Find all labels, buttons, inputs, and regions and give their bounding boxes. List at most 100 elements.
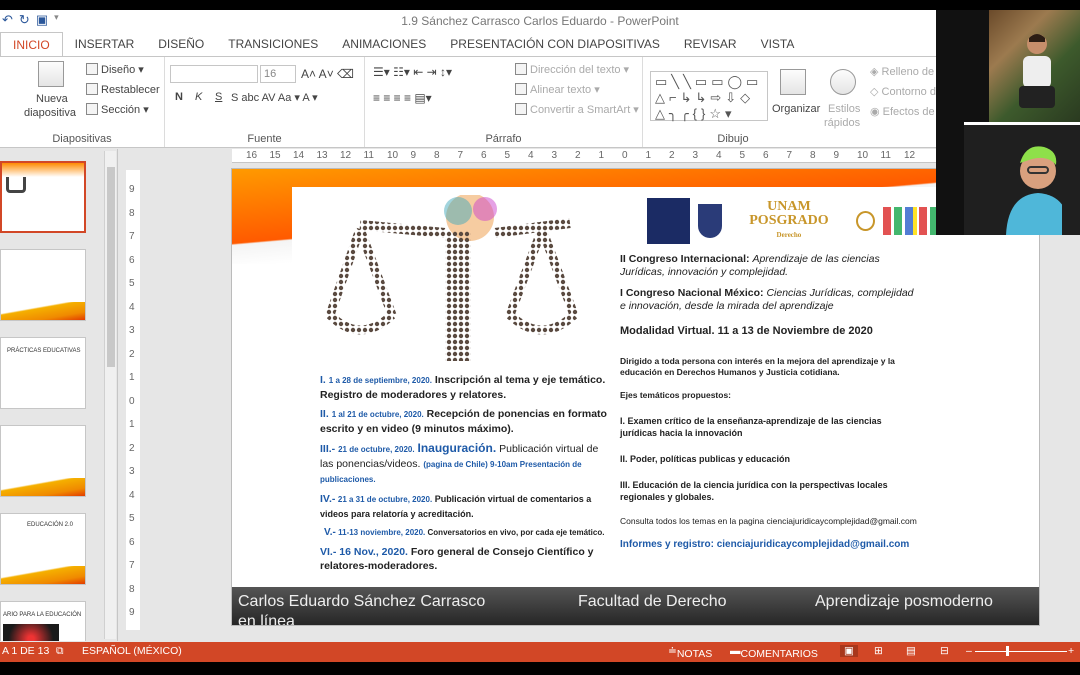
- font-grow-shrink[interactable]: A˄ A˅ ⌫: [301, 67, 354, 81]
- font-name-field[interactable]: [170, 65, 258, 83]
- ruler-tick-label: 2: [669, 150, 675, 161]
- new-slide-icon[interactable]: [38, 61, 64, 87]
- new-slide-label-2[interactable]: diapositiva: [24, 107, 76, 119]
- slide-canvas[interactable]: UNAM POSGRADO Derecho I. 1 a 28 de septie…: [231, 168, 1040, 626]
- schedule-item: I. 1 a 28 de septiembre, 2020. Inscripci…: [320, 374, 606, 401]
- tab-transiciones[interactable]: TRANSICIONES: [216, 32, 330, 56]
- tab-animaciones[interactable]: ANIMACIONES: [330, 32, 438, 56]
- language-indicator[interactable]: ESPAÑOL (MÉXICO): [82, 645, 182, 657]
- ruler-tick-label: 7: [786, 150, 793, 161]
- align-buttons[interactable]: ≡ ≡ ≡ ≡ ▤▾: [373, 91, 432, 105]
- italic-button[interactable]: K: [195, 91, 202, 103]
- font-format-buttons[interactable]: S abc AV Aa ▾ A ▾: [231, 91, 318, 104]
- list-buttons[interactable]: ☰▾ ☷▾ ⇤ ⇥ ↕▾: [373, 65, 452, 79]
- footer-author: Carlos Eduardo Sánchez Carrasco: [238, 593, 486, 610]
- slide-counter: A 1 DE 13: [2, 645, 50, 657]
- group-diapositivas: Nueva diapositiva Diseño ▾ Restablecer S…: [0, 57, 165, 147]
- slide-thumbnail[interactable]: [0, 161, 86, 233]
- new-slide-label-1[interactable]: Nueva: [36, 93, 68, 105]
- tab-revisar[interactable]: REVISAR: [672, 32, 749, 56]
- powerpoint-window: ↶ ↻ ▣ ▾ 1.9 Sánchez Carrasco Carlos Edua…: [0, 10, 1080, 662]
- ruler-tick-label: 9: [129, 607, 135, 618]
- ruler-tick-label: 12: [340, 150, 352, 161]
- slide-thumbnail[interactable]: ARIO PARA LA EDUCACIÓN: [0, 601, 86, 641]
- section-icon: [86, 103, 98, 115]
- bold-button[interactable]: N: [175, 91, 183, 103]
- spellcheck-icon[interactable]: ⧉: [56, 645, 64, 658]
- ruler-tick-label: 1: [129, 372, 135, 383]
- scrollbar-thumb[interactable]: [107, 167, 115, 367]
- audience-line: Dirigido a toda persona con interés en l…: [620, 356, 895, 377]
- tab-inicio[interactable]: INICIO: [0, 32, 63, 56]
- thumb-wave: [1, 566, 85, 584]
- ruler-tick-label: 8: [810, 150, 816, 161]
- ruler-tick-label: 7: [457, 150, 464, 161]
- thumb-title: EDUCACIÓN 2.0: [27, 522, 74, 528]
- ruler-tick-label: 8: [434, 150, 440, 161]
- slide-thumbnail[interactable]: [0, 249, 86, 321]
- arrange-icon[interactable]: [780, 69, 806, 95]
- register-line: Informes y registro: cienciajuridicaycom…: [620, 539, 910, 550]
- shape-effects-button[interactable]: ◉ Efectos de: [870, 105, 935, 118]
- slide-thumbnail[interactable]: PRÁCTICAS EDUCATIVAS: [0, 337, 86, 409]
- text-direction-button[interactable]: Dirección del texto ▾: [515, 63, 629, 76]
- ruler-tick-label: 10: [387, 150, 399, 161]
- tab-diseno[interactable]: DISEÑO: [146, 32, 216, 56]
- tab-insertar[interactable]: INSERTAR: [63, 32, 147, 56]
- section-button[interactable]: Sección ▾: [86, 103, 149, 116]
- quick-styles-icon[interactable]: [830, 69, 856, 95]
- thumb-title: ARIO PARA LA EDUCACIÓN: [3, 612, 82, 618]
- shield-logo: [697, 204, 723, 238]
- zoom-out-icon[interactable]: –: [966, 645, 972, 657]
- slide-thumbnail[interactable]: EDUCACIÓN 2.0: [0, 513, 86, 585]
- tab-vista[interactable]: VISTA: [749, 32, 807, 56]
- shapes-gallery[interactable]: ▭╲╲▭▭◯▭ △⌐↳↳⇨⇩◇ △╮╭{}☆▾: [650, 71, 768, 121]
- group-parrafo: ☰▾ ☷▾ ⇤ ⇥ ↕▾ ≡ ≡ ≡ ≡ ▤▾ Dirección del te…: [365, 57, 643, 147]
- shape-fill-button[interactable]: ◈ Relleno de: [870, 65, 934, 78]
- slideshow-icon[interactable]: ⊟: [940, 645, 949, 657]
- font-size-field[interactable]: 16: [260, 65, 296, 83]
- quick-styles-label-1[interactable]: Estilos: [828, 103, 860, 115]
- thumb-title: PRÁCTICAS EDUCATIVAS: [7, 348, 81, 354]
- ruler-tick-label: 8: [129, 207, 135, 219]
- shape-outline-button[interactable]: ◇ Contorno d: [870, 85, 936, 98]
- tab-presentacion[interactable]: PRESENTACIÓN CON DIAPOSITIVAS: [438, 32, 672, 56]
- slide-sorter-icon[interactable]: ⊞: [874, 645, 883, 657]
- ribbon-tabs: INICIO INSERTAR DISEÑO TRANSICIONES ANIM…: [0, 32, 1080, 56]
- zoom-slider[interactable]: [975, 651, 1067, 652]
- congress-international: II Congreso Internacional: Aprendizaje d…: [620, 253, 880, 278]
- align-text-button[interactable]: Alinear texto ▾: [515, 83, 600, 96]
- reset-button[interactable]: Restablecer: [86, 83, 160, 96]
- thumbnail-scrollbar[interactable]: [104, 151, 116, 639]
- zoom-in-icon[interactable]: +: [1068, 645, 1074, 657]
- ruler-tick-label: 2: [129, 442, 135, 454]
- notes-button[interactable]: ≐ NOTAS: [668, 645, 712, 660]
- underline-button[interactable]: S: [215, 91, 222, 103]
- group-label-fuente: Fuente: [247, 133, 282, 145]
- schedule-item: II. 1 al 21 de octubre, 2020. Recepción …: [320, 408, 607, 435]
- layout-icon: [86, 63, 98, 75]
- normal-view-icon[interactable]: ▣: [840, 645, 858, 657]
- smartart-button[interactable]: Convertir a SmartArt ▾: [515, 103, 639, 116]
- layout-button[interactable]: Diseño ▾: [86, 63, 144, 76]
- ruler-tick-label: 11: [880, 150, 891, 161]
- schedule-item: V.- 11-13 noviembre, 2020. Conversatorio…: [324, 527, 605, 538]
- ruler-tick-label: 1: [129, 419, 135, 430]
- axis-item: II. Poder, políticas publicas y educació…: [620, 454, 791, 464]
- ruler-tick-label: 4: [129, 301, 135, 313]
- arrange-label[interactable]: Organizar: [772, 103, 820, 115]
- slide-thumbnail[interactable]: [0, 425, 86, 497]
- comments-button[interactable]: ▬ COMENTARIOS: [730, 645, 818, 660]
- reading-view-icon[interactable]: ▤: [906, 645, 916, 657]
- zoom-slider-knob[interactable]: [1006, 646, 1009, 656]
- participant-avatar: [1006, 146, 1062, 235]
- quick-styles-label-2[interactable]: rápidos: [824, 117, 860, 129]
- window-title: 1.9 Sánchez Carrasco Carlos Eduardo - Po…: [401, 14, 679, 28]
- ruler-tick-label: 15: [269, 150, 281, 161]
- text-direction-icon: [515, 63, 527, 75]
- participant-avatar: [1019, 34, 1055, 108]
- ruler-tick-label: 6: [763, 150, 769, 161]
- ruler-tick-label: 16: [246, 150, 258, 161]
- ruler-tick-label: 5: [129, 513, 135, 524]
- smartart-icon: [515, 103, 527, 115]
